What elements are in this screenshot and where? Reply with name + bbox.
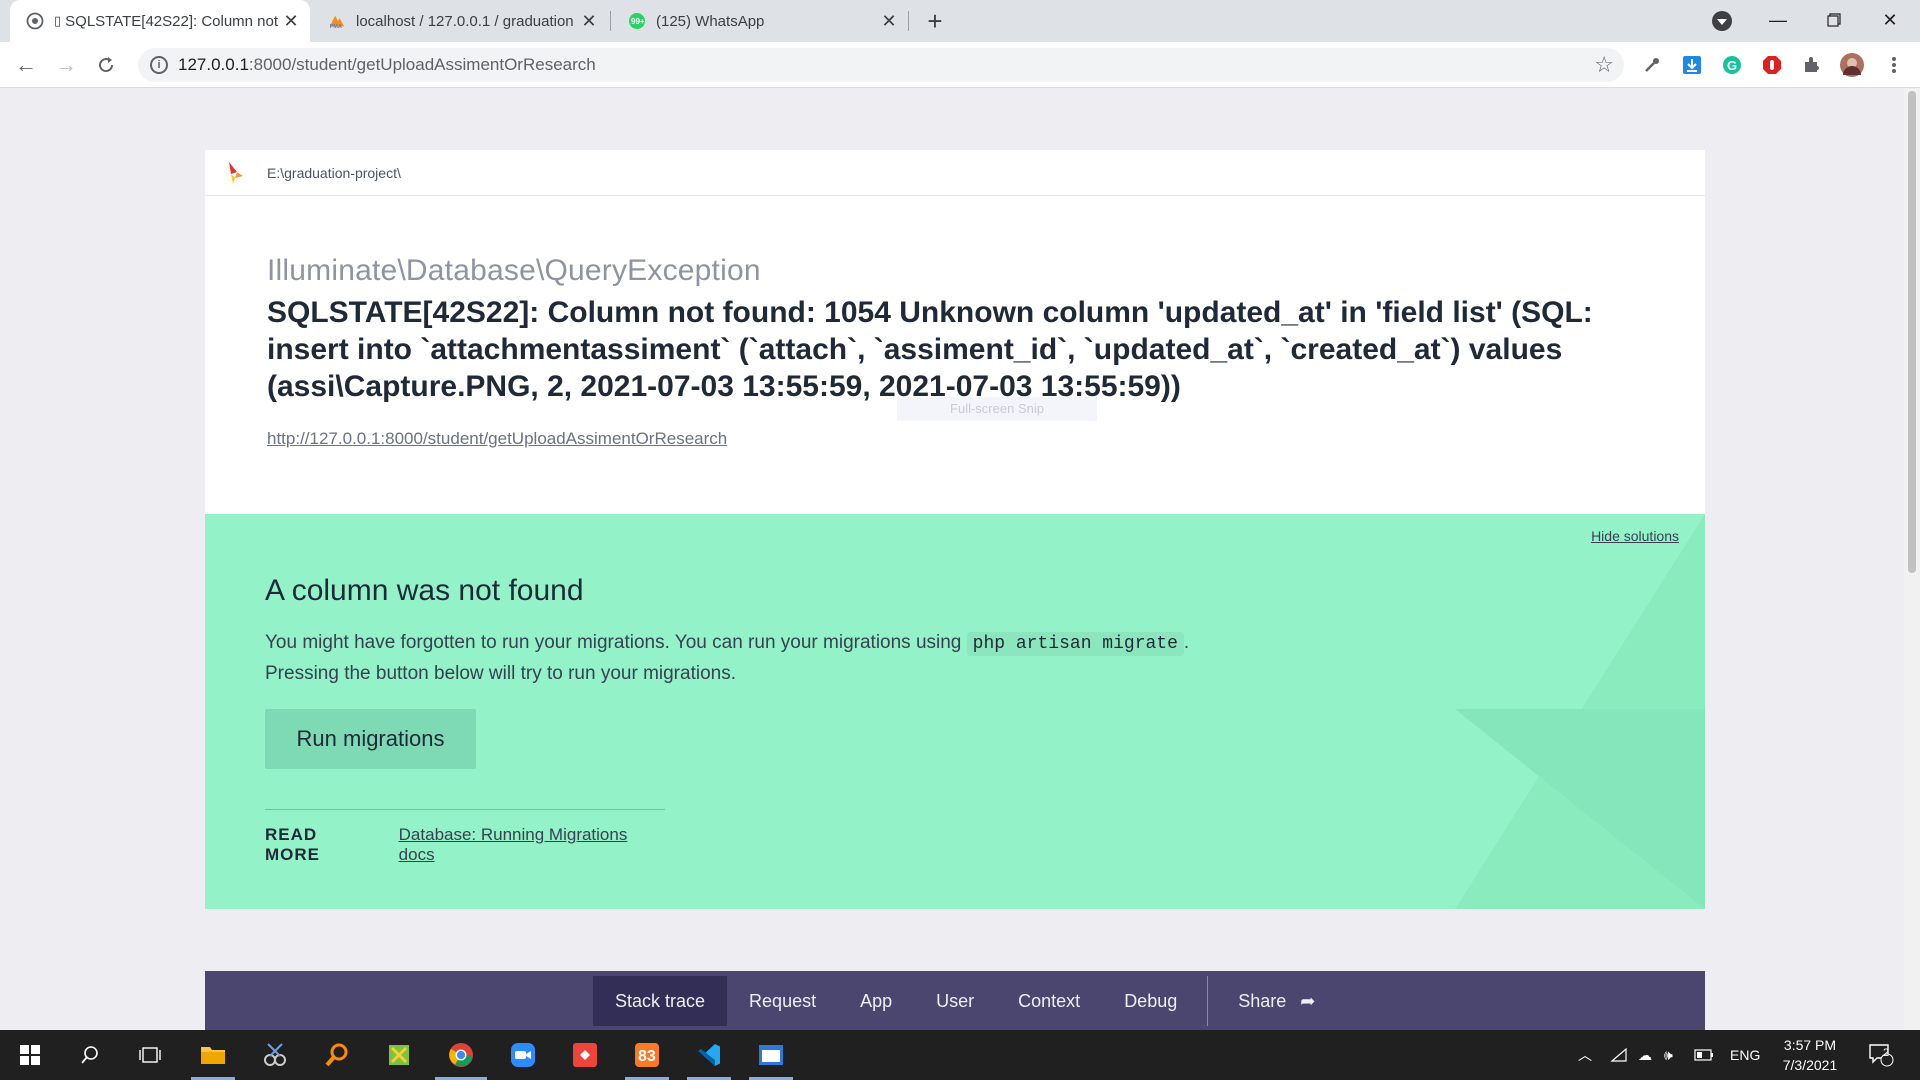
solution-decoration xyxy=(1455,709,1705,909)
solution-panel: Hide solutions A column was not found Yo… xyxy=(205,514,1705,909)
zoom-icon[interactable] xyxy=(493,1030,553,1080)
tab-stack-trace[interactable]: Stack trace xyxy=(593,976,728,1026)
restore-icon[interactable] xyxy=(1806,0,1862,40)
read-more-label: READ MORE xyxy=(265,825,320,864)
network-icon[interactable] xyxy=(1610,1030,1628,1080)
new-tab-plus-icon[interactable]: + xyxy=(920,6,950,36)
close-icon[interactable]: ✕ xyxy=(280,10,302,32)
ignition-logo-icon xyxy=(227,160,245,186)
address-url: 127.0.0.1:8000/student/getUploadAssiment… xyxy=(178,55,596,74)
read-more-row: READ MORE Database: Running Migrations d… xyxy=(265,809,665,865)
system-clock[interactable]: 3:57 PM 7/3/2021 xyxy=(1770,1035,1850,1075)
file-explorer-icon[interactable] xyxy=(183,1030,243,1080)
tofu-glyph: ▯ xyxy=(54,13,62,28)
page-scrollbar[interactable] xyxy=(1904,89,1920,1030)
whatsapp-icon: 99+ xyxy=(628,12,646,30)
window-close-icon[interactable]: ✕ xyxy=(1862,0,1918,40)
exception-section: Illuminate\Database\QueryException SQLST… xyxy=(205,196,1705,514)
tab-title: (125) WhatsApp xyxy=(656,12,765,30)
battery-icon[interactable] xyxy=(1694,1030,1714,1080)
tab-divider xyxy=(610,11,611,31)
snip-overlay: Full-screen Snip xyxy=(897,397,1097,421)
xampp-icon[interactable]: 83 xyxy=(617,1030,677,1080)
tab-phpmyadmin[interactable]: PMA localhost / 127.0.0.1 / graduation ✕ xyxy=(312,0,608,42)
bookmark-star-icon[interactable]: ☆ xyxy=(1594,52,1614,78)
chrome-icon[interactable] xyxy=(431,1030,491,1080)
adblock-icon[interactable] xyxy=(1760,53,1784,77)
browser-toolbar: ← → i 127.0.0.1:8000/student/getUploadAs… xyxy=(0,42,1920,88)
snipping-tool-icon[interactable] xyxy=(245,1030,305,1080)
share-arrow-icon: ➦ xyxy=(1300,990,1316,1011)
site-info-icon[interactable]: i xyxy=(150,56,168,74)
volume-icon[interactable]: 🕪 xyxy=(1664,1030,1673,1080)
exception-message: SQLSTATE[42S22]: Column not found: 1054 … xyxy=(267,296,1593,403)
language-indicator[interactable]: ENG xyxy=(1730,1030,1760,1080)
svg-text:PMA: PMA xyxy=(330,24,342,30)
tab-title: SQLSTATE[42S22]: Column not xyxy=(65,12,279,30)
nav-divider xyxy=(1207,976,1209,1026)
ignition-tab-nav: Stack trace Request App User Context Deb… xyxy=(205,971,1705,1030)
exception-class: Illuminate\Database\QueryException xyxy=(267,254,761,287)
address-bar[interactable]: i 127.0.0.1:8000/student/getUploadAssime… xyxy=(138,48,1624,82)
svg-text:G: G xyxy=(1727,58,1737,73)
show-hidden-icons-chevron-icon[interactable]: ︿ xyxy=(1578,1030,1592,1080)
migrate-command: php artisan migrate xyxy=(966,632,1184,656)
request-url-link[interactable]: http://127.0.0.1:8000/student/getUploadA… xyxy=(267,429,727,449)
tab-request[interactable]: Request xyxy=(727,976,838,1026)
avatar[interactable] xyxy=(1840,53,1864,77)
page-viewport: E:\graduation-project\ Illuminate\Databa… xyxy=(0,89,1920,1030)
tab-debug[interactable]: Debug xyxy=(1102,976,1199,1026)
svg-text:99+: 99+ xyxy=(631,17,645,26)
notification-count: 2 xyxy=(1883,1047,1890,1059)
close-icon[interactable]: ✕ xyxy=(578,10,600,32)
vscode-icon[interactable] xyxy=(679,1030,739,1080)
onedrive-cloud-icon[interactable]: ☁ xyxy=(1638,1030,1652,1080)
notifications-icon[interactable]: 2 xyxy=(1868,1030,1894,1080)
tab-sqlstate[interactable]: ▯ SQLSTATE[42S22]: Column not ✕ xyxy=(10,0,310,42)
back-arrow-icon[interactable]: ← xyxy=(10,49,42,81)
tab-divider xyxy=(908,11,909,31)
card-header: E:\graduation-project\ xyxy=(205,150,1705,196)
tab-user[interactable]: User xyxy=(914,976,996,1026)
forward-arrow-icon[interactable]: → xyxy=(50,49,82,81)
download-extension-icon[interactable] xyxy=(1680,53,1704,77)
eyedropper-extension-icon[interactable] xyxy=(1640,53,1664,77)
search-everything-icon[interactable] xyxy=(307,1030,367,1080)
chrome-menu-icon[interactable] xyxy=(1882,53,1906,77)
app-window-icon[interactable] xyxy=(741,1030,801,1080)
tab-whatsapp[interactable]: 99+ (125) WhatsApp ✕ xyxy=(612,0,908,42)
phpmyadmin-icon: PMA xyxy=(328,12,346,30)
tab-title: localhost / 127.0.0.1 / graduation xyxy=(356,12,574,30)
tab-search-dropdown-icon[interactable] xyxy=(1712,11,1732,31)
task-view-icon[interactable] xyxy=(120,1030,180,1080)
migrations-docs-link[interactable]: Database: Running Migrations docs xyxy=(399,825,665,865)
tab-strip: ▯ SQLSTATE[42S22]: Column not ✕ PMA loca… xyxy=(0,0,1920,42)
tab-context[interactable]: Context xyxy=(996,976,1102,1026)
ignition-error-card: E:\graduation-project\ Illuminate\Databa… xyxy=(205,150,1705,909)
app-icon[interactable] xyxy=(369,1030,429,1080)
globe-icon xyxy=(26,12,44,30)
scrollbar-thumb[interactable] xyxy=(1908,91,1916,573)
minimize-icon[interactable]: — xyxy=(1750,0,1806,40)
reload-icon[interactable] xyxy=(90,49,122,81)
windows-taskbar: 83 ︿ ☁ 🕪 ENG 3:57 PM 7/3/2021 2 xyxy=(0,1030,1920,1080)
share-button[interactable]: Share ➦ xyxy=(1216,976,1337,1026)
app-path: E:\graduation-project\ xyxy=(267,164,401,181)
grammarly-icon[interactable]: G xyxy=(1720,53,1744,77)
close-icon[interactable]: ✕ xyxy=(878,10,900,32)
tab-app[interactable]: App xyxy=(838,976,914,1026)
anydesk-icon[interactable] xyxy=(555,1030,615,1080)
hide-solutions-link[interactable]: Hide solutions xyxy=(1591,528,1679,544)
svg-text:83: 83 xyxy=(638,1048,656,1065)
extensions-puzzle-icon[interactable] xyxy=(1800,53,1824,77)
windows-start-icon[interactable] xyxy=(0,1030,60,1080)
search-icon[interactable] xyxy=(60,1030,120,1080)
run-migrations-button[interactable]: Run migrations xyxy=(265,709,476,769)
